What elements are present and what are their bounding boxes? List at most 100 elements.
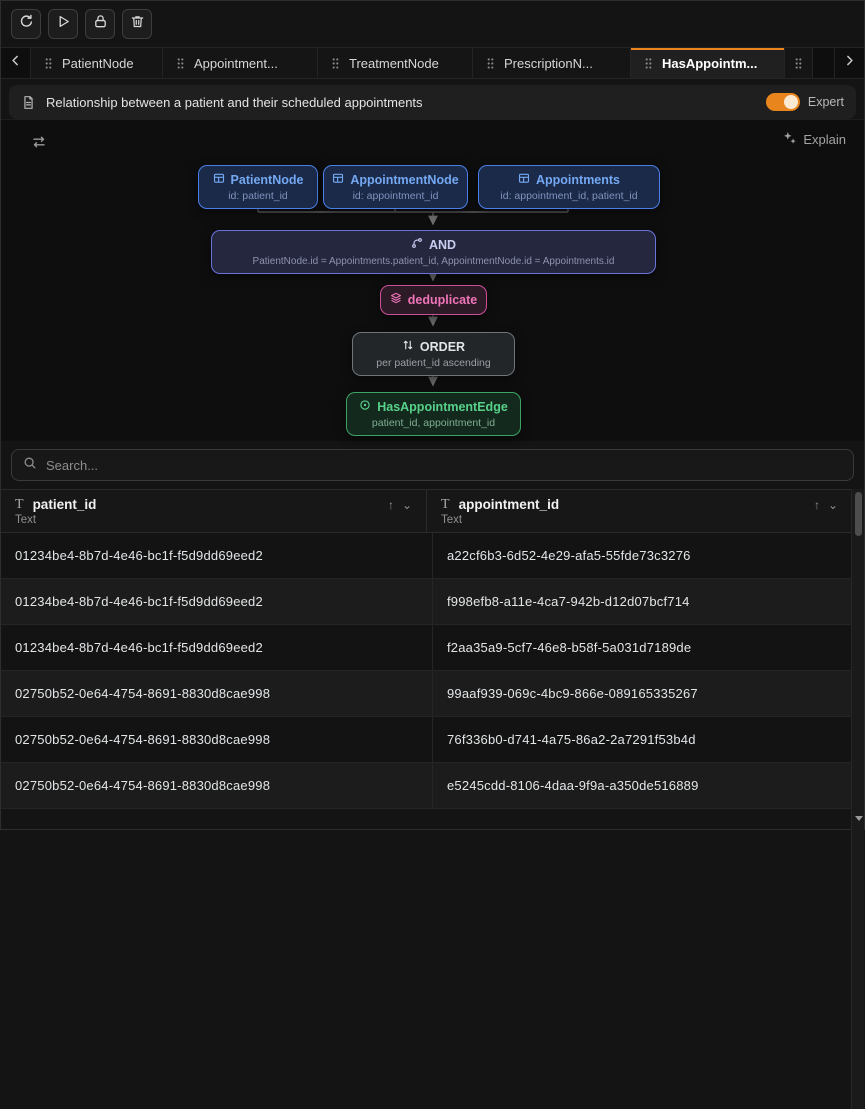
- table-row: 02750b52-0e64-4754-8691-8830d8cae998 99a…: [1, 671, 864, 717]
- node-title: AppointmentNode: [350, 172, 458, 189]
- tab-treatmentnode[interactable]: TreatmentNode: [318, 48, 473, 78]
- search-bar-wrap: [1, 441, 864, 489]
- join-icon: [411, 237, 423, 254]
- node-title: HasAppointmentEdge: [377, 399, 508, 416]
- column-menu-button[interactable]: ⌄: [828, 498, 838, 512]
- column-header-patient-id[interactable]: T patient_id ↑ ⌄ Text: [1, 490, 427, 532]
- column-type-label: Text: [441, 514, 838, 526]
- drag-handle-icon: [794, 57, 803, 70]
- expert-toggle[interactable]: [766, 93, 800, 111]
- sort-ascending-button[interactable]: ↑: [388, 498, 394, 512]
- search-input[interactable]: [46, 458, 842, 473]
- canvas-node-deduplicate[interactable]: deduplicate: [380, 285, 487, 315]
- table-row: 01234be4-8b7d-4e46-bc1f-f5d9dd69eed2 f2a…: [1, 625, 864, 671]
- drag-handle-icon: [486, 57, 495, 70]
- pipeline-canvas[interactable]: Explain PatientNode id: patient_id Appoi…: [1, 119, 864, 441]
- refresh-button[interactable]: [11, 9, 41, 39]
- column-name: patient_id: [33, 497, 97, 512]
- tab-prescriptionnode[interactable]: PrescriptionN...: [473, 48, 631, 78]
- cell-appointment-id: 99aaf939-069c-4bc9-866e-089165335267: [433, 671, 864, 716]
- results-table: T patient_id ↑ ⌄ Text T appointment_id ↑…: [1, 489, 864, 809]
- explain-button[interactable]: Explain: [782, 130, 846, 148]
- cell-appointment-id: f998efb8-a11e-4ca7-942b-d12d07bcf714: [433, 579, 864, 624]
- search-box: [11, 449, 854, 481]
- node-subtitle: PatientNode.id = Appointments.patient_id…: [223, 255, 644, 268]
- node-title: AND: [429, 237, 456, 254]
- delete-button[interactable]: [122, 9, 152, 39]
- sort-icon: [402, 339, 414, 356]
- node-subtitle: id: appointment_id: [335, 190, 456, 203]
- pipeline-description: Relationship between a patient and their…: [46, 95, 423, 110]
- table-row: 02750b52-0e64-4754-8691-8830d8cae998 76f…: [1, 717, 864, 763]
- tab-bar: PatientNode Appointment... TreatmentNode…: [1, 47, 864, 79]
- run-button[interactable]: [48, 9, 78, 39]
- tab-label: PatientNode: [62, 56, 134, 71]
- tab-hasappointmentedge[interactable]: HasAppointm...: [631, 48, 785, 78]
- node-subtitle: id: patient_id: [210, 190, 306, 203]
- cell-patient-id: 01234be4-8b7d-4e46-bc1f-f5d9dd69eed2: [1, 579, 433, 624]
- table-icon: [213, 172, 225, 189]
- app-window: { "toolbar": { "buttons": [ { "icon": "r…: [0, 0, 865, 830]
- drag-handle-icon: [44, 57, 53, 70]
- table-body: 01234be4-8b7d-4e46-bc1f-f5d9dd69eed2 a22…: [1, 533, 864, 809]
- cell-patient-id: 01234be4-8b7d-4e46-bc1f-f5d9dd69eed2: [1, 625, 433, 670]
- cell-patient-id: 02750b52-0e64-4754-8691-8830d8cae998: [1, 717, 433, 762]
- tab-appointment[interactable]: Appointment...: [163, 48, 318, 78]
- column-menu-button[interactable]: ⌄: [402, 498, 412, 512]
- swap-orientation-icon[interactable]: [31, 134, 47, 155]
- canvas-node-hasappointmentedge[interactable]: HasAppointmentEdge patient_id, appointme…: [346, 392, 521, 436]
- search-icon: [23, 456, 37, 475]
- table-icon: [332, 172, 344, 189]
- text-type-icon: T: [15, 498, 24, 512]
- node-title: deduplicate: [408, 292, 477, 309]
- description-bar: Relationship between a patient and their…: [9, 85, 856, 119]
- chevron-right-icon: [843, 54, 856, 72]
- drag-handle-icon: [176, 57, 185, 70]
- column-type-label: Text: [15, 514, 412, 526]
- canvas-node-appointmentnode[interactable]: AppointmentNode id: appointment_id: [323, 165, 468, 209]
- play-icon: [56, 14, 71, 34]
- table-header-row: T patient_id ↑ ⌄ Text T appointment_id ↑…: [1, 489, 864, 533]
- cell-patient-id: 02750b52-0e64-4754-8691-8830d8cae998: [1, 763, 433, 808]
- node-title: Appointments: [536, 172, 620, 189]
- node-subtitle: id: appointment_id, patient_id: [490, 190, 648, 203]
- table-icon: [518, 172, 530, 189]
- lock-button[interactable]: [85, 9, 115, 39]
- cell-appointment-id: f2aa35a9-5cf7-46e8-b58f-5a031d7189de: [433, 625, 864, 670]
- scrollbar-thumb[interactable]: [855, 492, 862, 536]
- tabs-scroll-left-button[interactable]: [1, 48, 31, 78]
- column-name: appointment_id: [459, 497, 560, 512]
- node-subtitle: per patient_id ascending: [364, 357, 503, 370]
- scroll-down-button[interactable]: [852, 811, 865, 825]
- text-type-icon: T: [441, 498, 450, 512]
- expert-toggle-label: Expert: [808, 95, 844, 109]
- layers-icon: [390, 292, 402, 309]
- tab-label: HasAppointm...: [662, 56, 757, 71]
- node-title: PatientNode: [231, 172, 304, 189]
- sort-ascending-button[interactable]: ↑: [814, 498, 820, 512]
- canvas-node-patientnode[interactable]: PatientNode id: patient_id: [198, 165, 318, 209]
- tab-patientnode[interactable]: PatientNode: [31, 48, 163, 78]
- cell-appointment-id: a22cf6b3-6d52-4e29-afa5-55fde73c3276: [433, 533, 864, 578]
- canvas-node-order[interactable]: ORDER per patient_id ascending: [352, 332, 515, 376]
- tab-partial[interactable]: [785, 48, 813, 78]
- tab-label: TreatmentNode: [349, 56, 439, 71]
- sparkles-icon: [782, 130, 797, 148]
- chevron-left-icon: [9, 54, 22, 72]
- node-subtitle: patient_id, appointment_id: [358, 417, 509, 430]
- cell-patient-id: 01234be4-8b7d-4e46-bc1f-f5d9dd69eed2: [1, 533, 433, 578]
- triangle-down-icon: [855, 816, 863, 821]
- canvas-node-appointments[interactable]: Appointments id: appointment_id, patient…: [478, 165, 660, 209]
- canvas-node-and-join[interactable]: AND PatientNode.id = Appointments.patien…: [211, 230, 656, 274]
- vertical-scrollbar[interactable]: [851, 489, 864, 1109]
- tabs-scroll-right-button[interactable]: [834, 48, 864, 78]
- trash-icon: [130, 14, 145, 34]
- cell-patient-id: 02750b52-0e64-4754-8691-8830d8cae998: [1, 671, 433, 716]
- column-header-appointment-id[interactable]: T appointment_id ↑ ⌄ Text: [427, 490, 864, 532]
- toggle-knob: [784, 95, 798, 109]
- cell-appointment-id: 76f336b0-d741-4a75-86a2-2a7291f53b4d: [433, 717, 864, 762]
- tab-label: PrescriptionN...: [504, 56, 593, 71]
- lock-icon: [93, 14, 108, 34]
- drag-handle-icon: [331, 57, 340, 70]
- table-row: 01234be4-8b7d-4e46-bc1f-f5d9dd69eed2 a22…: [1, 533, 864, 579]
